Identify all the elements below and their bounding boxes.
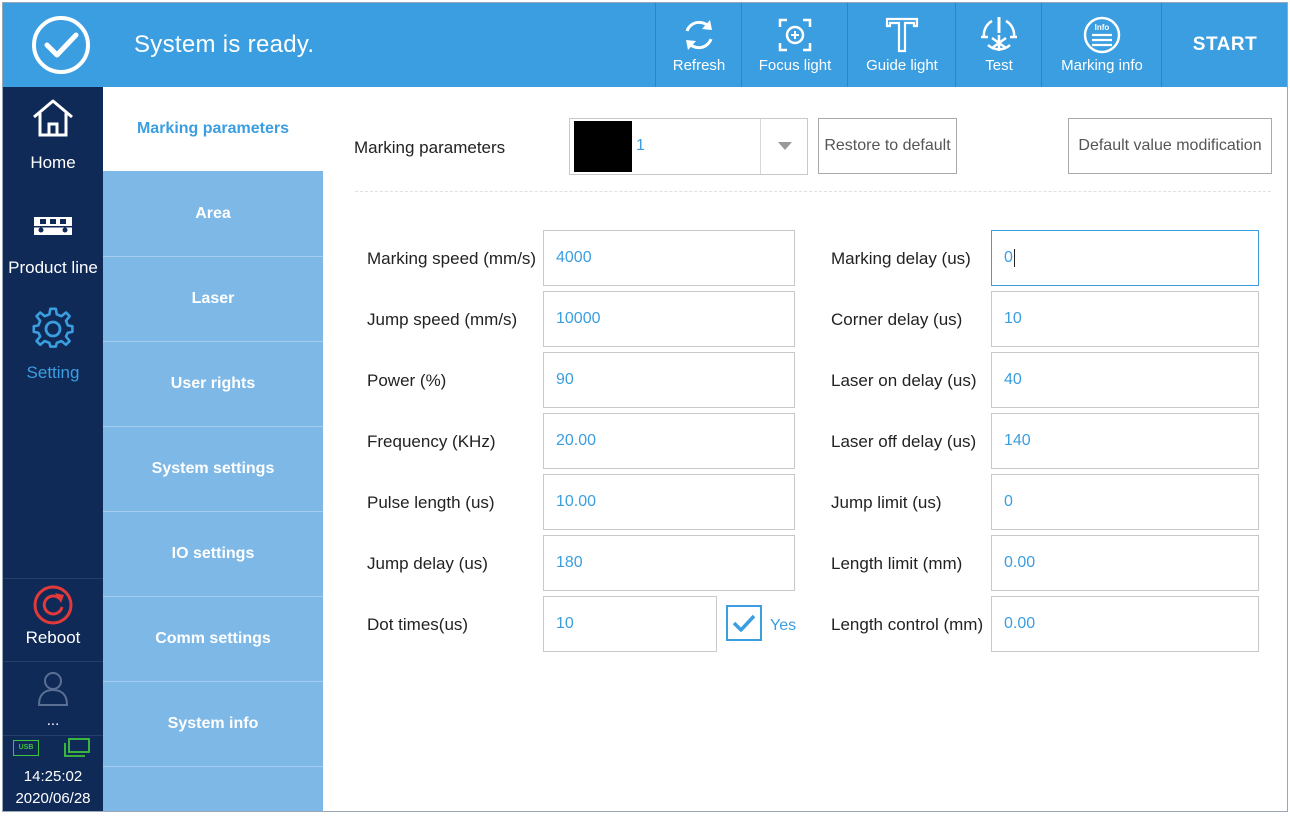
focus-light-icon <box>775 15 815 55</box>
usb-status-icon: USB <box>13 740 39 756</box>
chevron-down-icon[interactable] <box>778 142 792 150</box>
param-label: Corner delay (us) <box>831 310 963 329</box>
laser-on-delay-input[interactable]: 40 <box>991 352 1259 408</box>
dot-enabled-checkbox[interactable] <box>726 605 762 641</box>
frequency-input[interactable]: 20.00 <box>543 413 795 469</box>
nav-home-label: Home <box>30 153 76 172</box>
marking-info-button[interactable]: Info Marking info <box>1041 3 1162 87</box>
reboot-icon <box>33 585 73 625</box>
nav-divider <box>3 735 103 736</box>
param-label: Length control (mm) <box>831 615 984 634</box>
user-label: ... <box>46 712 60 729</box>
jump-delay-input[interactable]: 180 <box>543 535 795 591</box>
param-label: Power (%) <box>367 371 447 390</box>
param-label: Length limit (mm) <box>831 554 963 573</box>
length-limit-input[interactable]: 0.00 <box>991 535 1259 591</box>
gear-icon <box>32 307 74 348</box>
power-input[interactable]: 90 <box>543 352 795 408</box>
marking-parameters-panel: Marking parameters 1 Restore to default … <box>323 87 1287 811</box>
start-button[interactable]: START <box>1161 3 1287 87</box>
subnav-io-settings[interactable]: IO settings <box>103 512 323 597</box>
param-label: Frequency (KHz) <box>367 432 496 451</box>
settings-subnav: Marking parameters Area Laser User right… <box>103 87 323 811</box>
pulse-length-input[interactable]: 10.00 <box>543 474 795 530</box>
param-label: Laser on delay (us) <box>831 371 977 390</box>
nav-item-product-line[interactable]: Product line <box>3 192 103 297</box>
focus-light-button[interactable]: Focus light <box>741 3 848 87</box>
user-button[interactable]: ... <box>3 662 103 732</box>
focus-light-label: Focus light <box>758 57 832 74</box>
subnav-system-info[interactable]: System info <box>103 682 323 767</box>
main-nav: Home Product line Setting Reboot ... USB… <box>3 87 103 811</box>
param-label: Jump delay (us) <box>367 554 488 573</box>
subnav-system-settings[interactable]: System settings <box>103 427 323 512</box>
marking-speed-input[interactable]: 4000 <box>543 230 795 286</box>
parameter-color-swatch <box>574 121 632 172</box>
marking-info-label: Marking info <box>1061 57 1143 74</box>
dot-enabled-label: Yes <box>770 617 797 634</box>
nav-product-line-label: Product line <box>8 258 98 277</box>
clock-date: 2020/06/28 <box>15 790 91 807</box>
test-icon <box>979 15 1019 55</box>
parameter-set-label: Marking parameters <box>354 138 506 157</box>
default-value-modification-button[interactable]: Default value modification <box>1068 118 1272 174</box>
subnav-user-rights[interactable]: User rights <box>103 342 323 427</box>
guide-light-label: Guide light <box>866 57 938 74</box>
restore-default-button[interactable]: Restore to default <box>818 118 957 174</box>
dropdown-divider <box>760 119 761 174</box>
system-status: System is ready. <box>134 31 315 58</box>
header-bar: System is ready. Refresh Focus light Gui… <box>3 3 1287 87</box>
guide-light-icon <box>882 15 922 55</box>
jump-speed-input[interactable]: 10000 <box>543 291 795 347</box>
refresh-button[interactable]: Refresh <box>655 3 742 87</box>
marking-delay-input[interactable]: 0 <box>991 230 1259 286</box>
network-status-icon <box>64 738 90 757</box>
nav-item-home[interactable]: Home <box>3 87 103 192</box>
guide-light-button[interactable]: Guide light <box>847 3 956 87</box>
subnav-area[interactable]: Area <box>103 172 323 257</box>
reboot-label: Reboot <box>25 628 81 647</box>
app-window: System is ready. Refresh Focus light Gui… <box>2 2 1288 812</box>
length-control-input[interactable]: 0.00 <box>991 596 1259 652</box>
nav-item-setting[interactable]: Setting <box>3 297 103 402</box>
product-line-icon <box>34 217 72 235</box>
subnav-laser[interactable]: Laser <box>103 257 323 342</box>
check-icon <box>732 614 756 632</box>
refresh-label: Refresh <box>672 57 726 74</box>
param-label: Marking speed (mm/s) <box>367 249 537 268</box>
subnav-marking-parameters[interactable]: Marking parameters <box>103 87 323 171</box>
test-label: Test <box>985 57 1013 74</box>
test-button[interactable]: Test <box>955 3 1042 87</box>
param-label: Jump limit (us) <box>831 493 942 512</box>
check-circle-icon <box>32 16 90 74</box>
marking-delay-value: 0 <box>1004 249 1013 266</box>
param-label: Laser off delay (us) <box>831 432 977 451</box>
param-label: Jump speed (mm/s) <box>367 310 518 329</box>
param-label: Dot times(us) <box>367 615 469 634</box>
jump-limit-input[interactable]: 0 <box>991 474 1259 530</box>
user-icon <box>37 672 69 706</box>
dot-times-input[interactable]: 10 <box>543 596 717 652</box>
refresh-icon <box>679 15 719 55</box>
marking-info-icon: Info <box>1082 15 1122 55</box>
param-label: Pulse length (us) <box>367 493 495 512</box>
clock-time: 14:25:02 <box>23 768 83 785</box>
parameter-set-select[interactable]: 1 <box>569 118 808 175</box>
param-label: Marking delay (us) <box>831 249 971 268</box>
reboot-button[interactable]: Reboot <box>3 579 103 659</box>
corner-delay-input[interactable]: 10 <box>991 291 1259 347</box>
nav-setting-label: Setting <box>26 363 80 382</box>
subnav-comm-settings[interactable]: Comm settings <box>103 597 323 682</box>
parameter-set-value: 1 <box>636 137 645 154</box>
info-icon-text: Info <box>1095 23 1110 32</box>
text-cursor <box>1013 249 1015 267</box>
section-divider <box>355 191 1271 192</box>
laser-off-delay-input[interactable]: 140 <box>991 413 1259 469</box>
home-icon <box>33 99 73 137</box>
